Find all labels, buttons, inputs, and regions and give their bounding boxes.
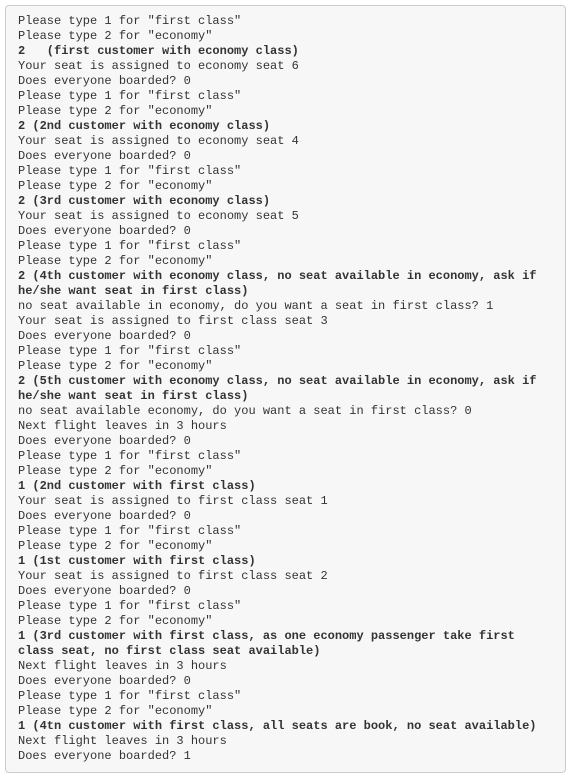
console-line: Please type 1 for "first class" <box>18 524 241 538</box>
console-line: Please type 1 for "first class" <box>18 449 241 463</box>
console-line: Does everyone boarded? 0 <box>18 74 191 88</box>
console-line: Your seat is assigned to first class sea… <box>18 314 328 328</box>
console-line: Please type 1 for "first class" <box>18 239 241 253</box>
console-line: no seat available economy, do you want a… <box>18 404 472 418</box>
console-line: Please type 1 for "first class" <box>18 689 241 703</box>
console-line: Please type 2 for "economy" <box>18 29 212 43</box>
console-line: Next flight leaves in 3 hours <box>18 659 227 673</box>
console-line: Please type 2 for "economy" <box>18 104 212 118</box>
console-output: Please type 1 for "first class" Please t… <box>5 5 566 773</box>
console-line: Does everyone boarded? 1 <box>18 749 191 763</box>
console-line: Does everyone boarded? 0 <box>18 509 191 523</box>
console-line: Please type 2 for "economy" <box>18 254 212 268</box>
console-line: Your seat is assigned to economy seat 4 <box>18 134 299 148</box>
console-line: 1 (2nd customer with first class) <box>18 479 256 493</box>
console-line: 2 (2nd customer with economy class) <box>18 119 270 133</box>
console-line: Your seat is assigned to first class sea… <box>18 569 328 583</box>
console-line: Please type 1 for "first class" <box>18 164 241 178</box>
console-line: Your seat is assigned to economy seat 6 <box>18 59 299 73</box>
console-line: Please type 1 for "first class" <box>18 14 241 28</box>
console-line: Please type 2 for "economy" <box>18 704 212 718</box>
console-line: Does everyone boarded? 0 <box>18 674 191 688</box>
console-line: Does everyone boarded? 0 <box>18 149 191 163</box>
console-line: Next flight leaves in 3 hours <box>18 734 227 748</box>
console-line: 1 (4tn customer with first class, all se… <box>18 719 536 733</box>
console-line: Please type 2 for "economy" <box>18 614 212 628</box>
console-line: 2 (4th customer with economy class, no s… <box>18 269 544 298</box>
console-line: Does everyone boarded? 0 <box>18 224 191 238</box>
console-line: Please type 2 for "economy" <box>18 464 212 478</box>
console-line: no seat available in economy, do you wan… <box>18 299 493 313</box>
console-line: Does everyone boarded? 0 <box>18 329 191 343</box>
console-line: Next flight leaves in 3 hours <box>18 419 227 433</box>
console-line: Please type 2 for "economy" <box>18 179 212 193</box>
console-line: Please type 2 for "economy" <box>18 359 212 373</box>
console-line: 1 (1st customer with first class) <box>18 554 256 568</box>
console-line: Please type 1 for "first class" <box>18 89 241 103</box>
console-line: Does everyone boarded? 0 <box>18 584 191 598</box>
console-line: Please type 1 for "first class" <box>18 599 241 613</box>
console-line: Please type 1 for "first class" <box>18 344 241 358</box>
console-line: 2 (first customer with economy class) <box>18 44 299 58</box>
console-line: 2 (3rd customer with economy class) <box>18 194 270 208</box>
console-line: Your seat is assigned to economy seat 5 <box>18 209 299 223</box>
console-line: Does everyone boarded? 0 <box>18 434 191 448</box>
console-line: 2 (5th customer with economy class, no s… <box>18 374 544 403</box>
console-line: Please type 2 for "economy" <box>18 539 212 553</box>
console-line: Your seat is assigned to first class sea… <box>18 494 328 508</box>
console-line: 1 (3rd customer with first class, as one… <box>18 629 522 658</box>
